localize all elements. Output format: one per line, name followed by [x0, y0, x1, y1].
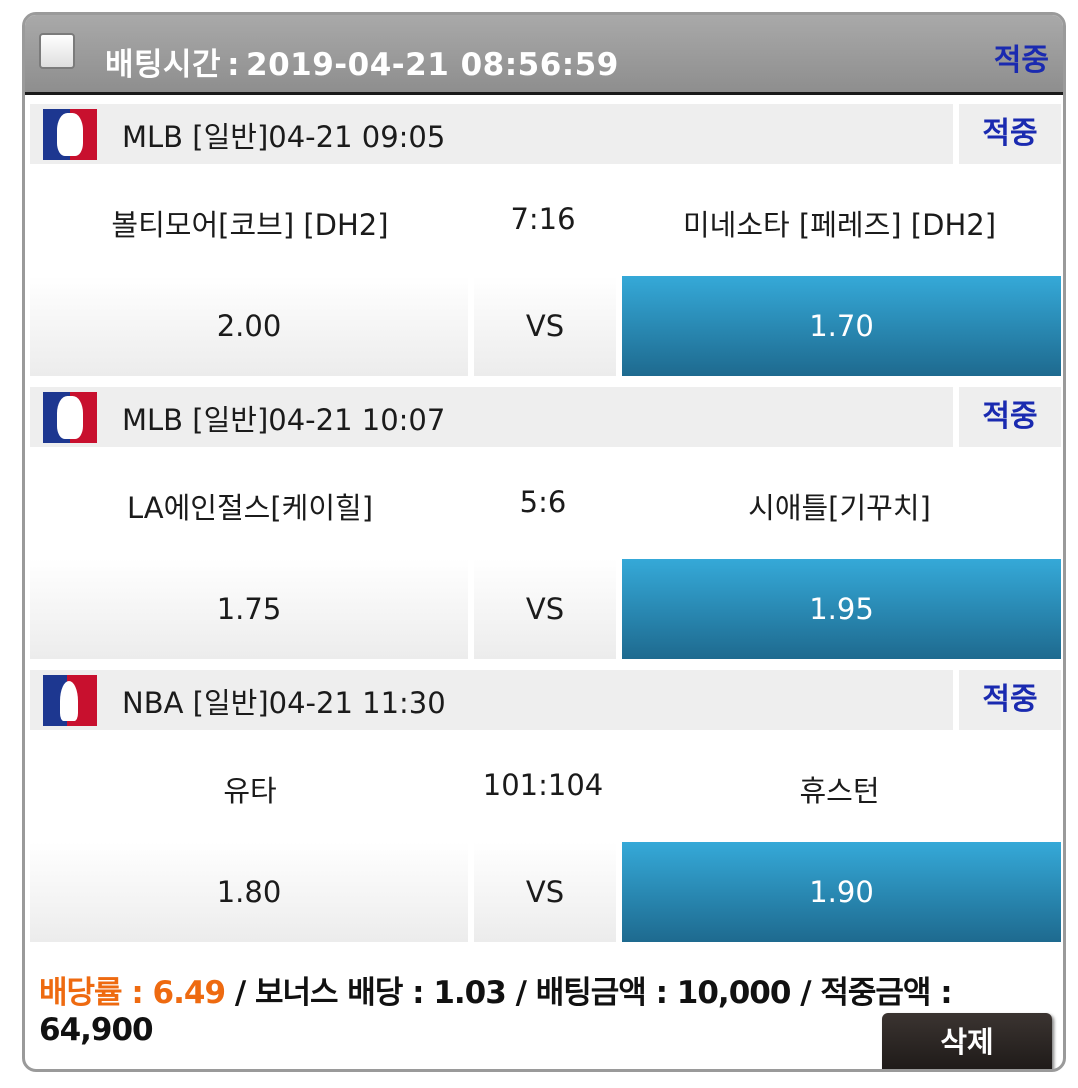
- odds-row: 2.00 VS 1.70: [30, 276, 1061, 376]
- game-status: 적중: [959, 670, 1061, 730]
- game-item: NBA [일반]04-21 11:30 적중 유타 101:104 휴스턴 1.…: [30, 670, 1061, 942]
- bet-time-value: 2019-04-21 08:56:59: [246, 47, 619, 83]
- away-team: 미네소타 [페레즈] [DH2]: [682, 208, 997, 242]
- away-team: 휴스턴: [799, 774, 880, 808]
- score: 101:104: [482, 768, 604, 802]
- nba-logo-icon: [43, 675, 97, 726]
- mlb-logo-icon: [43, 109, 97, 160]
- bonus-odds: / 보너스 배당 : 1.03: [234, 975, 507, 1011]
- vs-label: VS: [474, 276, 616, 376]
- score: 5:6: [519, 485, 567, 519]
- home-team: LA에인절스[케이힐]: [126, 491, 374, 525]
- away-odds-button-selected[interactable]: 1.70: [622, 276, 1061, 376]
- away-odds-button-selected[interactable]: 1.95: [622, 559, 1061, 659]
- game-title: MLB [일반]04-21 09:05: [122, 120, 446, 154]
- game-item: MLB [일반]04-21 09:05 적중 볼티모어[코브] [DH2] 7:…: [30, 104, 1061, 376]
- game-header: MLB [일반]04-21 10:07: [30, 387, 953, 447]
- odds-row: 1.75 VS 1.95: [30, 559, 1061, 659]
- away-team: 시애틀[기꾸치]: [748, 491, 931, 525]
- game-status: 적중: [959, 387, 1061, 447]
- game-status: 적중: [959, 104, 1061, 164]
- mlb-logo-icon: [43, 392, 97, 443]
- game-title: NBA [일반]04-21 11:30: [122, 686, 446, 720]
- vs-label: VS: [474, 559, 616, 659]
- home-odds-button[interactable]: 1.75: [30, 559, 468, 659]
- home-team: 볼티모어[코브] [DH2]: [111, 208, 389, 242]
- bet-slip-card: 배팅시간:2019-04-21 08:56:59 적중 MLB [일반]04-2…: [22, 12, 1066, 1072]
- bet-amount: / 배팅금액 : 10,000: [515, 975, 792, 1011]
- teams-row: 유타 101:104 휴스턴: [30, 732, 1061, 842]
- bet-time-label: 배팅시간: [105, 47, 222, 83]
- home-team: 유타: [223, 774, 277, 808]
- game-title: MLB [일반]04-21 10:07: [122, 403, 446, 437]
- select-checkbox[interactable]: [39, 33, 75, 69]
- game-header: MLB [일반]04-21 09:05: [30, 104, 953, 164]
- bet-status: 적중: [993, 43, 1049, 78]
- vs-label: VS: [474, 842, 616, 942]
- away-odds-button-selected[interactable]: 1.90: [622, 842, 1061, 942]
- odds-rate: 배당률 : 6.49: [39, 975, 226, 1011]
- bet-header: 배팅시간:2019-04-21 08:56:59 적중: [25, 15, 1063, 95]
- home-odds-button[interactable]: 1.80: [30, 842, 468, 942]
- odds-row: 1.80 VS 1.90: [30, 842, 1061, 942]
- delete-button[interactable]: 삭제: [882, 1013, 1052, 1069]
- home-odds-button[interactable]: 2.00: [30, 276, 468, 376]
- game-item: MLB [일반]04-21 10:07 적중 LA에인절스[케이힐] 5:6 시…: [30, 387, 1061, 659]
- teams-row: LA에인절스[케이힐] 5:6 시애틀[기꾸치]: [30, 449, 1061, 559]
- score: 7:16: [510, 202, 576, 236]
- bet-time: 배팅시간:2019-04-21 08:56:59: [105, 39, 619, 84]
- game-header: NBA [일반]04-21 11:30: [30, 670, 953, 730]
- teams-row: 볼티모어[코브] [DH2] 7:16 미네소타 [페레즈] [DH2]: [30, 166, 1061, 276]
- bet-time-separator: :: [227, 47, 240, 83]
